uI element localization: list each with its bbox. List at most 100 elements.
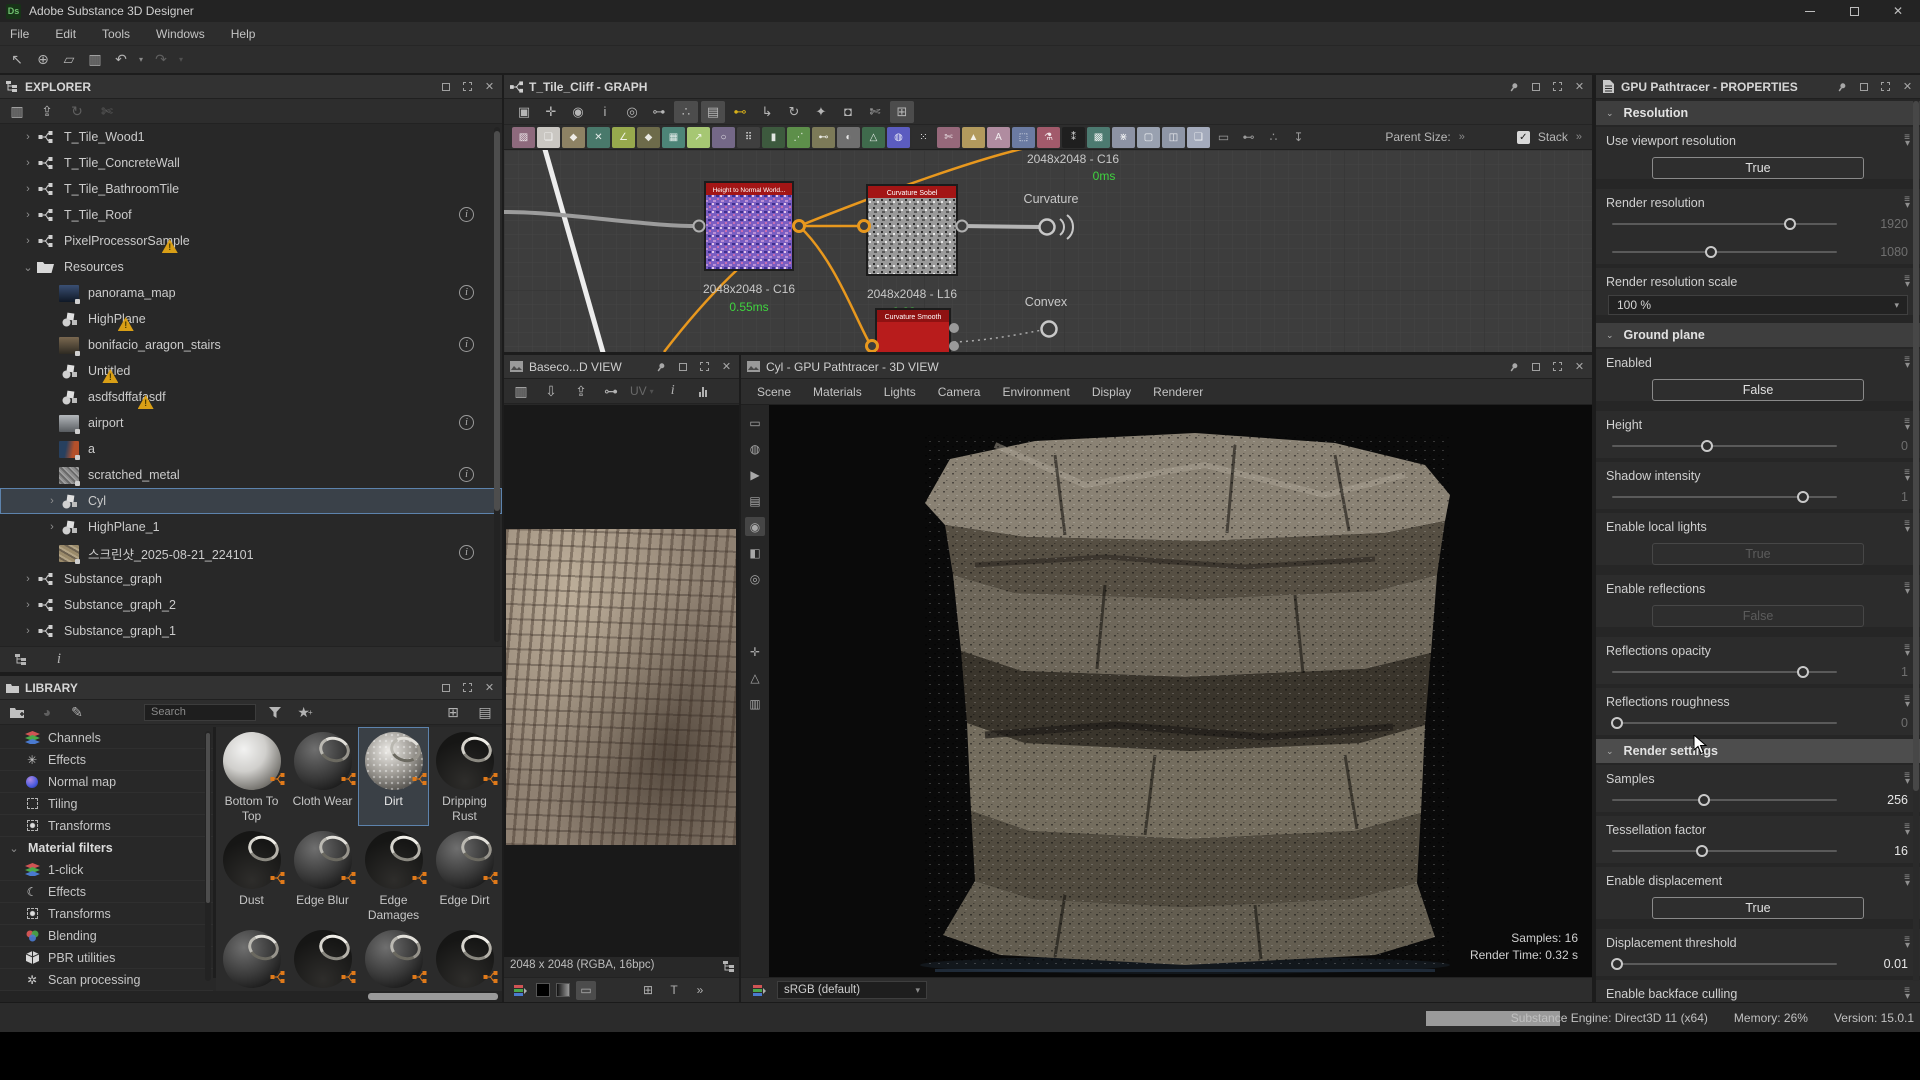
move-icon[interactable]: ✛ bbox=[745, 642, 765, 661]
dock-icon[interactable] bbox=[439, 80, 452, 93]
toggle-button[interactable]: True bbox=[1652, 157, 1864, 179]
split-icon[interactable]: ◧ bbox=[745, 543, 765, 562]
add-folder-icon[interactable] bbox=[6, 701, 28, 723]
undo-menu-icon[interactable]: ▾ bbox=[136, 49, 146, 71]
explorer-item-Substance_graph_2[interactable]: ›Substance_graph_2 bbox=[0, 592, 502, 618]
info-badge[interactable]: i bbox=[459, 337, 474, 352]
export-icon[interactable]: ⇪ bbox=[36, 100, 58, 122]
slider-value[interactable]: 0 bbox=[1866, 716, 1910, 730]
shelf-item-dust[interactable]: Dust bbox=[216, 826, 287, 925]
chevron-right-icon[interactable]: › bbox=[22, 131, 34, 143]
close-panel-icon[interactable]: ✕ bbox=[1573, 80, 1586, 93]
loop-icon[interactable]: ↻ bbox=[782, 101, 806, 123]
explorer-item-HighPlane_1[interactable]: ›HighPlane_1 bbox=[0, 514, 502, 540]
node-type-3[interactable]: ◆ bbox=[562, 127, 585, 148]
type-icon[interactable]: T bbox=[664, 981, 684, 1000]
library-category-effects[interactable]: ☾Effects bbox=[0, 881, 213, 903]
row-options-icon[interactable]: ≡▾ bbox=[1904, 937, 1910, 949]
pin-icon[interactable] bbox=[1507, 80, 1520, 93]
explorer-item-Untitled[interactable]: Untitled! bbox=[0, 358, 502, 384]
view3d-menu-camera[interactable]: Camera bbox=[938, 385, 981, 399]
library-hscroll-thumb[interactable] bbox=[368, 993, 498, 1000]
library-category-scan-processing[interactable]: ✲Scan processing bbox=[0, 969, 213, 991]
minimize-button[interactable] bbox=[1788, 0, 1832, 22]
row-options-icon[interactable]: ≡▾ bbox=[1904, 988, 1910, 1000]
axis-icon[interactable]: △ bbox=[745, 668, 765, 687]
add-graph-icon[interactable]: ◕ bbox=[36, 701, 58, 723]
explorer-item-Cyl[interactable]: ›Cyl bbox=[0, 488, 502, 514]
graph-view-icon[interactable]: ∴ bbox=[674, 101, 698, 123]
tree-view-icon[interactable] bbox=[10, 649, 32, 671]
explorer-item-scratched_metal[interactable]: scratched_metali bbox=[0, 462, 502, 488]
slider-knob[interactable] bbox=[1696, 845, 1708, 857]
slider[interactable] bbox=[1612, 722, 1837, 724]
chevron-right-icon[interactable]: › bbox=[46, 521, 58, 533]
row-options-icon[interactable]: ≡▾ bbox=[1904, 824, 1910, 836]
chevron-right-icon[interactable]: › bbox=[22, 625, 34, 637]
maximize-button[interactable] bbox=[1832, 0, 1876, 22]
slider-knob[interactable] bbox=[1797, 491, 1809, 503]
shelf-item-partial[interactable] bbox=[287, 925, 358, 988]
info-icon[interactable]: i bbox=[662, 380, 684, 402]
library-category-tiling[interactable]: Tiling bbox=[0, 793, 213, 815]
node-type-21[interactable]: ⬚ bbox=[1012, 127, 1035, 148]
explorer-item-airport[interactable]: airporti bbox=[0, 410, 502, 436]
library-category-material-filters[interactable]: ⌄Material filters bbox=[0, 837, 213, 859]
explorer-item-panorama_map[interactable]: panorama_mapi bbox=[0, 280, 502, 306]
slider-value[interactable]: 16 bbox=[1866, 844, 1910, 858]
view3d-menu-renderer[interactable]: Renderer bbox=[1153, 385, 1203, 399]
categories-scrollbar[interactable] bbox=[205, 731, 211, 981]
export-icon[interactable]: ⇪ bbox=[570, 380, 592, 402]
locate-icon[interactable]: ◍ bbox=[745, 439, 765, 458]
row-options-icon[interactable]: ≡▾ bbox=[1904, 197, 1910, 209]
explorer-item-a[interactable]: a bbox=[0, 436, 502, 462]
refresh-icon[interactable]: ↻ bbox=[66, 100, 88, 122]
shelf-item-edge-dirt[interactable]: Edge Dirt bbox=[429, 826, 500, 925]
explorer-item-T_Tile_ConcreteWall[interactable]: ›T_Tile_ConcreteWall bbox=[0, 150, 502, 176]
node-type-23[interactable]: ⁑ bbox=[1062, 127, 1085, 148]
channels-icon[interactable] bbox=[510, 981, 530, 1000]
node-type-15[interactable]: △ bbox=[862, 127, 885, 148]
chevron-down-icon[interactable]: ⌄ bbox=[22, 261, 34, 274]
stack-checkbox[interactable]: ✓ bbox=[1517, 131, 1530, 144]
slider[interactable] bbox=[1612, 251, 1837, 253]
explorer-item-asdfsdffafasdf[interactable]: asdfsdffafasdf! bbox=[0, 384, 502, 410]
redo-icon[interactable]: ↷ bbox=[150, 49, 172, 71]
slider-value[interactable]: 1 bbox=[1866, 665, 1910, 679]
dot-link-icon[interactable]: ⊷ bbox=[1237, 127, 1260, 148]
node-type-27[interactable]: ◫ bbox=[1162, 127, 1185, 148]
node-type-20[interactable]: A bbox=[987, 127, 1010, 148]
info-icon[interactable]: i bbox=[593, 101, 617, 123]
select-add-icon[interactable]: ↖ bbox=[6, 49, 28, 71]
monitor-icon[interactable]: ▭ bbox=[576, 981, 596, 1000]
share-icon[interactable]: ∴ bbox=[1262, 127, 1285, 148]
open-folder-icon[interactable]: ▱ bbox=[58, 49, 80, 71]
node-type-19[interactable]: ▲ bbox=[962, 127, 985, 148]
library-category-1-click[interactable]: 1-click bbox=[0, 859, 213, 881]
row-options-icon[interactable]: ≡▾ bbox=[1904, 357, 1910, 369]
node-type-18[interactable]: ✄ bbox=[937, 127, 960, 148]
library-category-pbr-utilities[interactable]: PBR utilities bbox=[0, 947, 213, 969]
dock-icon[interactable] bbox=[1529, 360, 1542, 373]
target-icon[interactable]: ◎ bbox=[745, 569, 765, 588]
dropdown[interactable]: 100 %▾ bbox=[1608, 295, 1908, 315]
slider[interactable] bbox=[1612, 850, 1837, 852]
view3d-menu-lights[interactable]: Lights bbox=[884, 385, 916, 399]
view2d-canvas[interactable] bbox=[504, 405, 739, 957]
node-type-4[interactable]: ✕ bbox=[587, 127, 610, 148]
row-options-icon[interactable]: ≡▾ bbox=[1904, 645, 1910, 657]
node-type-16[interactable]: ◍ bbox=[887, 127, 910, 148]
layers-view-icon[interactable]: ▤ bbox=[701, 101, 725, 123]
filter-icon[interactable] bbox=[264, 701, 286, 723]
node-type-11[interactable]: ▮ bbox=[762, 127, 785, 148]
grid-icon[interactable]: ⊞ bbox=[638, 981, 658, 1000]
fx-icon[interactable]: ◘ bbox=[836, 101, 860, 123]
menu-edit[interactable]: Edit bbox=[55, 27, 76, 41]
slider[interactable] bbox=[1612, 223, 1837, 225]
node-type-28[interactable]: ❑ bbox=[1187, 127, 1210, 148]
chevron-right-icon[interactable]: › bbox=[22, 209, 34, 221]
view3d-menu-environment[interactable]: Environment bbox=[1002, 385, 1069, 399]
chart-icon[interactable]: ▥ bbox=[745, 694, 765, 713]
toggle-button[interactable]: True bbox=[1652, 897, 1864, 919]
node-type-1[interactable]: ▨ bbox=[512, 127, 535, 148]
